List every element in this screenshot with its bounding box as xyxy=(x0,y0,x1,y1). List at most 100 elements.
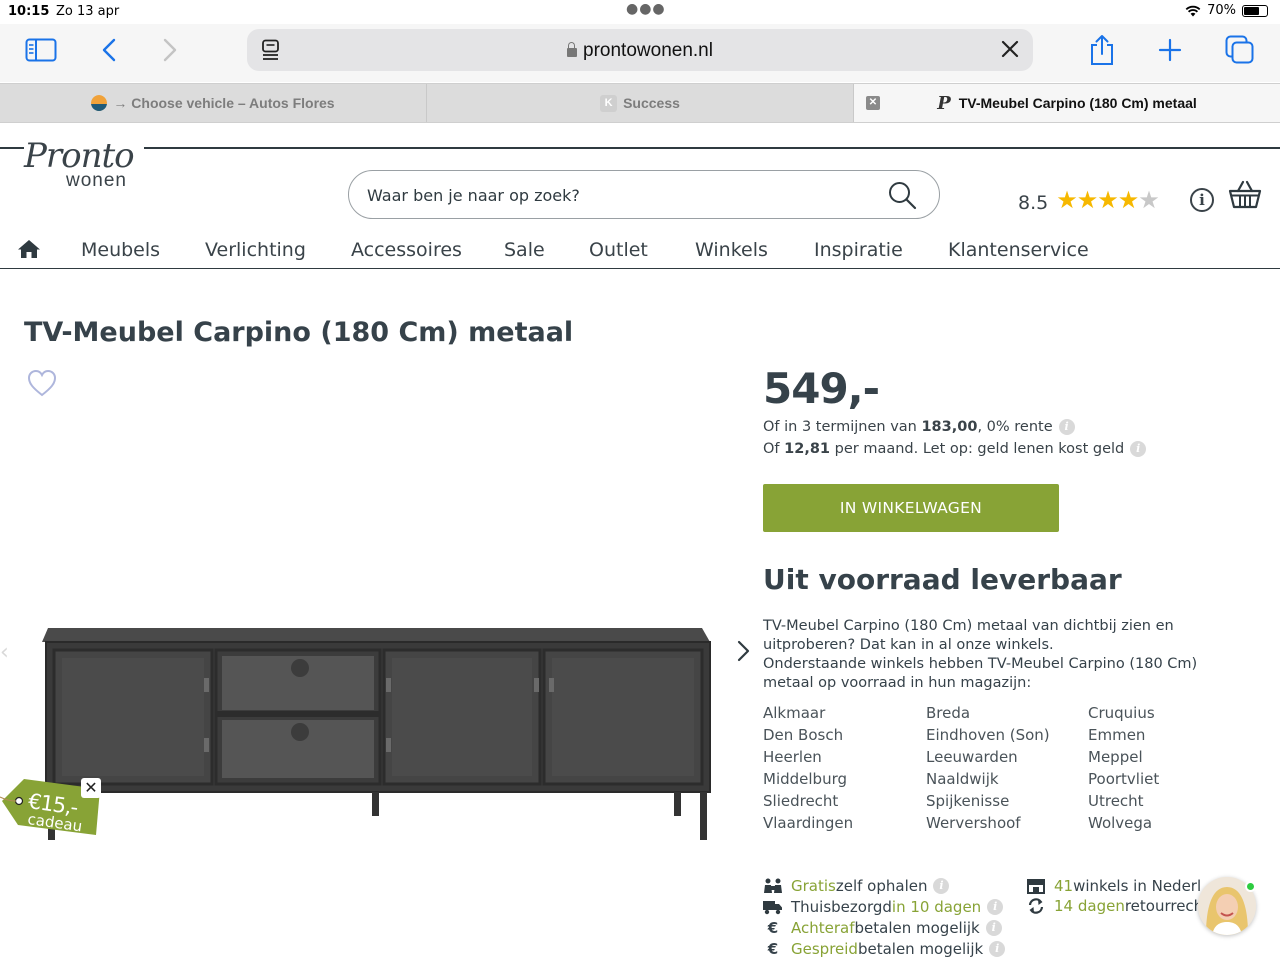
rating-stars: ★★★★★ xyxy=(1056,186,1160,214)
tabs-icon xyxy=(1225,35,1254,64)
nav-klantenservice[interactable]: Klantenservice xyxy=(948,239,1089,261)
nav-meubels[interactable]: Meubels xyxy=(81,239,160,261)
search-input[interactable] xyxy=(367,183,867,207)
gift-close-icon[interactable]: ✕ xyxy=(81,778,101,798)
nav-accessoires[interactable]: Accessoires xyxy=(351,239,462,261)
status-bar: 10:15 Zo 13 apr ●●● 70% xyxy=(0,0,1280,24)
usp-achteraf-info-icon[interactable]: i xyxy=(985,920,1002,936)
sidebar-toggle-button[interactable] xyxy=(21,30,61,70)
return-arrows-icon xyxy=(1028,898,1044,914)
star-empty-icon: ★ xyxy=(1138,186,1159,214)
usp-gespreid-betalen: € Gespreid betalen mogelijk i xyxy=(763,940,1006,958)
tab-overview-button[interactable] xyxy=(1220,30,1260,70)
star-filled-icon: ★ xyxy=(1117,186,1139,214)
store-name: Alkmaar xyxy=(763,704,826,722)
address-bar[interactable]: prontowonen.nl xyxy=(247,29,1033,71)
logo-wonen: wonen xyxy=(66,170,127,191)
usp-retour-text: retourrech xyxy=(1124,897,1204,915)
monthly-amount: 12,81 xyxy=(784,441,831,457)
battery-percentage: 70% xyxy=(1207,3,1236,18)
autos-flores-favicon-icon xyxy=(91,95,108,111)
stock-description-line-1: TV-Meubel Carpino (180 Cm) metaal van di… xyxy=(763,618,1174,653)
euro-icon: € xyxy=(767,940,779,958)
nav-winkels[interactable]: Winkels xyxy=(695,239,768,261)
store-name: Wolvega xyxy=(1088,814,1153,832)
stock-description-line-2: Onderstaande winkels hebben TV-Meubel Ca… xyxy=(763,656,1198,691)
online-status-dot xyxy=(1245,881,1256,892)
installment-prefix: Of in 3 termijnen van xyxy=(763,419,922,435)
nav-verlichting[interactable]: Verlichting xyxy=(205,239,306,261)
installment-info-icon[interactable]: i xyxy=(1058,419,1075,435)
browser-toolbar: prontowonen.nl xyxy=(0,24,1280,82)
tab-tv-meubel[interactable]: ✕ P TV-Meubel Carpino (180 Cm) metaal xyxy=(854,84,1280,122)
wifi-icon xyxy=(1185,5,1201,16)
product-price: 549,- xyxy=(763,364,880,413)
previous-image-icon[interactable]: ‹ xyxy=(0,640,9,665)
home-icon[interactable] xyxy=(17,239,41,259)
share-button[interactable] xyxy=(1082,30,1122,70)
chevron-right-icon xyxy=(163,38,177,62)
usp-winkels-text: winkels in Nederl xyxy=(1073,877,1202,895)
customer-rating[interactable]: 8.5 ★★★★★ xyxy=(1018,186,1160,214)
shopping-basket-icon[interactable] xyxy=(1228,180,1262,210)
store-name: Wervershoof xyxy=(926,814,1021,832)
tab-close-icon[interactable]: ✕ xyxy=(866,96,880,110)
pickup-people-icon xyxy=(764,878,782,893)
usp-thuisbezorgd: Thuisbezorgd in 10 dagen i xyxy=(763,898,1004,916)
nav-inspiratie[interactable]: Inspiratie xyxy=(814,239,903,261)
usp-gespreid-info-icon[interactable]: i xyxy=(989,941,1006,957)
monthly-suffix: per maand. Let op: geld lenen kost geld xyxy=(830,441,1125,457)
lock-icon xyxy=(567,42,578,57)
store-name: Middelburg xyxy=(763,770,848,788)
usp-ophalen-info-icon[interactable]: i xyxy=(933,878,950,894)
multitasking-dots-icon[interactable]: ●●● xyxy=(626,1,666,17)
add-to-cart-button[interactable]: IN WINKELWAGEN xyxy=(763,484,1059,532)
usp-gespreid-highlight: Gespreid xyxy=(791,940,858,958)
usp-thuis-highlight: in 10 dagen xyxy=(891,898,982,916)
tv-meubel-product-image[interactable] xyxy=(38,620,714,844)
status-date: Zo 13 apr xyxy=(56,4,120,19)
forward-button[interactable] xyxy=(150,30,190,70)
store-name: Den Bosch xyxy=(763,726,844,744)
store-name: Utrecht xyxy=(1088,792,1144,810)
info-icon[interactable]: i xyxy=(1190,188,1214,212)
usp-retour-highlight: 14 dagen xyxy=(1054,897,1125,915)
store-name: Poortvliet xyxy=(1088,770,1160,788)
nav-sale[interactable]: Sale xyxy=(504,239,545,261)
delivery-truck-icon xyxy=(763,900,782,914)
tab-autos-flores[interactable]: → Choose vehicle – Autos Flores xyxy=(0,84,427,122)
usp-winkels-highlight: 41 xyxy=(1054,877,1074,895)
pronto-favicon-icon: P xyxy=(937,92,951,114)
usp-achteraf-highlight: Achteraf xyxy=(791,919,855,937)
store-name: Cruquius xyxy=(1088,704,1155,722)
star-filled-icon: ★ xyxy=(1097,186,1118,214)
tab-bar: → Choose vehicle – Autos Flores K Succes… xyxy=(0,83,1280,123)
store-name: Meppel xyxy=(1088,748,1143,766)
usp-thuis-info-icon[interactable]: i xyxy=(987,899,1004,915)
main-navigation: Meubels Verlichting Accessoires Sale Out… xyxy=(0,232,1280,269)
usp-ophalen-text: zelf ophalen xyxy=(835,877,928,895)
tab-success[interactable]: K Success xyxy=(427,84,854,122)
installment-suffix: , 0% rente xyxy=(977,419,1053,435)
k-favicon-icon: K xyxy=(600,94,618,112)
next-image-icon[interactable] xyxy=(734,638,752,664)
star-filled-icon: ★ xyxy=(1076,186,1098,214)
store-name: Sliedrecht xyxy=(763,792,839,810)
usp-winkels: 41 winkels in Nederl xyxy=(1026,877,1201,895)
store-name: Naaldwijk xyxy=(926,770,999,788)
nav-outlet[interactable]: Outlet xyxy=(589,239,648,261)
heart-icon[interactable] xyxy=(27,369,57,397)
product-title: TV-Meubel Carpino (180 Cm) metaal xyxy=(24,317,574,348)
monthly-info-icon[interactable]: i xyxy=(1130,441,1147,457)
close-icon[interactable] xyxy=(999,38,1021,60)
usp-gespreid-text: betalen mogelijk xyxy=(857,940,984,958)
new-tab-button[interactable] xyxy=(1150,30,1190,70)
url-display[interactable]: prontowonen.nl xyxy=(247,40,1033,62)
search-icon[interactable] xyxy=(887,180,917,210)
search-bar[interactable] xyxy=(348,170,940,219)
star-filled-icon: ★ xyxy=(1056,186,1077,214)
usp-retour: 14 dagen retourrech xyxy=(1026,897,1203,915)
installment-info: Of in 3 termijnen van 183,00, 0% rente i xyxy=(763,419,1075,435)
back-button[interactable] xyxy=(89,30,129,70)
pronto-wonen-logo[interactable]: Pronto wonen xyxy=(24,136,144,196)
